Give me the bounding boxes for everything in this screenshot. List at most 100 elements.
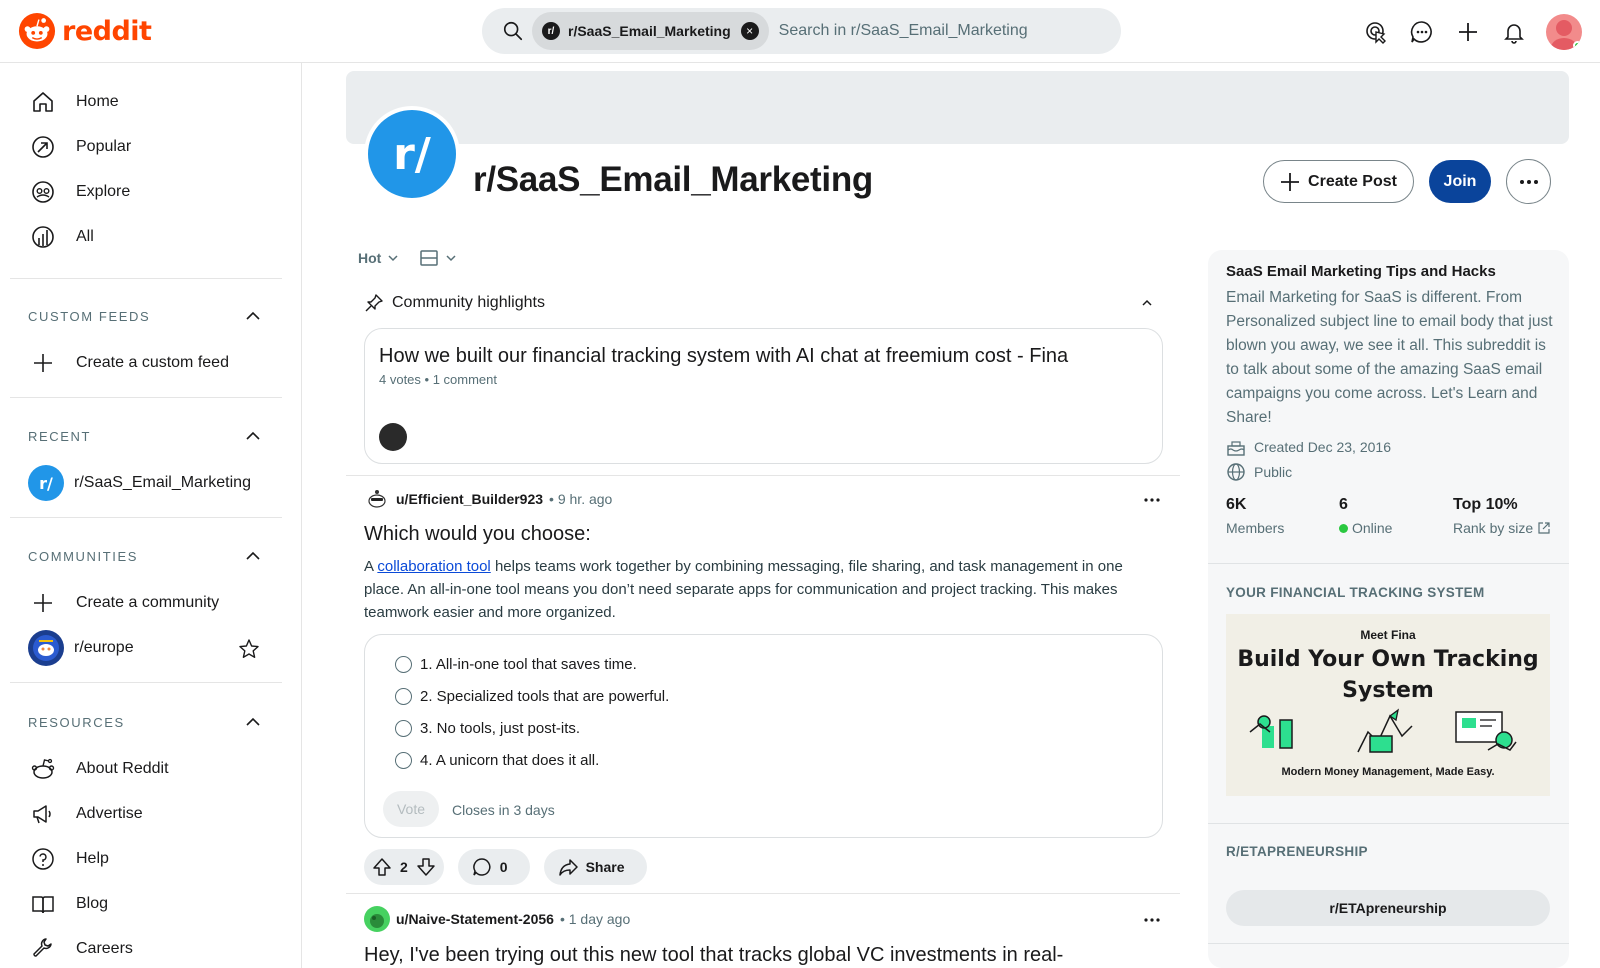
upvote-icon[interactable] (372, 857, 392, 877)
chevron-up-icon[interactable] (244, 307, 262, 325)
advertise-button[interactable] (1356, 12, 1396, 52)
community-about-title: SaaS Email Marketing Tips and Hacks (1226, 263, 1496, 280)
sidebar-divider (10, 397, 282, 398)
community-highlights-header[interactable]: Community highlights (364, 293, 1154, 313)
members-stat: 6K Members (1226, 496, 1284, 536)
downvote-icon[interactable] (416, 857, 436, 877)
create-post-button[interactable]: Create Post (1263, 160, 1414, 203)
sidebar-item-blog[interactable]: Blog (30, 884, 108, 924)
post-more-button[interactable] (1140, 488, 1164, 512)
sidebar-item-home[interactable]: Home (30, 82, 119, 122)
community-item-label: r/europe (74, 639, 134, 656)
header-actions (1350, 12, 1582, 52)
sidebar-item-careers[interactable]: Careers (30, 929, 133, 968)
vote-button[interactable]: Vote (383, 791, 439, 827)
post-body-text: A (364, 558, 378, 575)
communities-heading: COMMUNITIES (28, 549, 139, 564)
post-title[interactable]: Which would you choose: (364, 523, 591, 546)
star-icon[interactable] (238, 638, 260, 660)
reddit-logo[interactable]: reddit (18, 12, 152, 50)
sidebar-item-label: About Reddit (76, 760, 169, 777)
highlight-meta: 4 votes • 1 comment (379, 372, 497, 387)
create-button[interactable] (1448, 12, 1488, 52)
advertise-icon (1366, 22, 1386, 44)
book-icon (30, 891, 56, 917)
sidebar-item-label: Popular (76, 138, 132, 155)
comment-icon (472, 858, 491, 876)
post-header: u/Efficient_Builder923 • 9 hr. ago (364, 486, 612, 512)
post-body: A collaboration tool helps teams work to… (364, 555, 1164, 624)
poll-closes-label: Closes in 3 days (452, 802, 555, 818)
radio-button[interactable] (395, 656, 412, 673)
chat-icon (1410, 21, 1432, 43)
post-body-link[interactable]: collaboration tool (377, 558, 490, 575)
community-item-europe[interactable]: r/europe (28, 628, 134, 668)
join-button[interactable]: Join (1429, 160, 1491, 203)
rank-stat[interactable]: Top 10% Rank by size (1453, 496, 1551, 536)
create-custom-feed-button[interactable]: Create a custom feed (30, 343, 229, 383)
related-community-link[interactable]: r/ETApreneurship (1226, 890, 1550, 926)
subreddit-more-button[interactable] (1506, 159, 1551, 204)
post-author[interactable]: u/Naive-Statement-2056 (396, 911, 554, 927)
view-dropdown[interactable] (419, 248, 459, 268)
members-label: Members (1226, 520, 1285, 536)
sidebar-item-explore[interactable]: Explore (30, 172, 130, 212)
poll-option[interactable]: 3. No tools, just post-its. (395, 720, 580, 737)
post-author[interactable]: u/Efficient_Builder923 (396, 491, 543, 507)
post-header: u/Naive-Statement-2056 • 1 day ago (364, 906, 630, 932)
post-time-value: 1 day ago (568, 911, 631, 927)
online-dot (1339, 523, 1348, 533)
subreddit-banner (346, 71, 1569, 144)
megaphone-icon (30, 801, 56, 827)
vote-count: 2 (400, 859, 408, 875)
sort-dropdown[interactable]: Hot (358, 250, 401, 266)
right-sidebar: SaaS Email Marketing Tips and Hacks Emai… (1208, 250, 1569, 968)
poll-option[interactable]: 4. A unicorn that does it all. (395, 752, 599, 769)
radio-button[interactable] (395, 720, 412, 737)
poll-option[interactable]: 1. All-in-one tool that saves time. (395, 656, 637, 673)
subreddit-avatar: r/ (28, 465, 64, 501)
related-section-title: R/ETAPRENEURSHIP (1226, 844, 1368, 859)
sidebar-item-popular[interactable]: Popular (30, 127, 131, 167)
sidebar-item-label: Advertise (76, 805, 143, 822)
search-scope-chip[interactable]: r/ r/SaaS_Email_Marketing × (532, 12, 769, 50)
sidebar-item-label: Careers (76, 940, 133, 957)
promo-headline: Build Your Own Tracking System (1237, 647, 1539, 703)
post-time: • 9 hr. ago (549, 491, 613, 507)
sidebar-item-about-reddit[interactable]: About Reddit (30, 749, 169, 789)
sidebar-divider (1208, 823, 1569, 824)
feed-divider (346, 893, 1180, 894)
promo-footer: Modern Money Management, Made Easy. (1281, 766, 1495, 778)
avatar[interactable] (364, 486, 390, 512)
user-avatar[interactable] (1546, 14, 1582, 50)
chat-button[interactable] (1402, 12, 1442, 52)
comments-button[interactable]: 0 (457, 849, 530, 885)
highlight-card[interactable]: How we built our financial tracking syst… (364, 328, 1163, 464)
search-input[interactable] (778, 22, 1079, 40)
poll-option[interactable]: 2. Specialized tools that are powerful. (395, 688, 669, 705)
notifications-button[interactable] (1494, 12, 1534, 52)
comment-count: 0 (499, 859, 508, 875)
explore-icon (30, 179, 56, 205)
chevron-up-icon[interactable] (244, 713, 262, 731)
post-more-button[interactable] (1140, 908, 1164, 932)
chevron-up-icon[interactable] (244, 547, 262, 565)
radio-button[interactable] (395, 688, 412, 705)
search-bar[interactable]: r/ r/SaaS_Email_Marketing × (482, 8, 1121, 54)
post-title[interactable]: Hey, I've been trying out this new tool … (364, 944, 1063, 967)
recent-heading: RECENT (28, 429, 92, 444)
create-community-button[interactable]: Create a community (30, 583, 219, 623)
avatar[interactable] (364, 906, 390, 932)
feed-controls: Hot (358, 248, 459, 268)
chevron-up-icon[interactable] (1140, 296, 1154, 310)
chevron-up-icon[interactable] (244, 427, 262, 445)
close-icon[interactable]: × (740, 22, 759, 40)
promo-image[interactable]: Meet Fina Build Your Own Tracking System… (1226, 614, 1550, 796)
recent-item-saas-email-marketing[interactable]: r/ r/SaaS_Email_Marketing (28, 463, 251, 503)
sidebar-item-all[interactable]: All (30, 217, 94, 257)
share-button[interactable]: Share (543, 849, 647, 885)
sidebar-item-help[interactable]: Help (30, 839, 109, 879)
radio-button[interactable] (395, 752, 412, 769)
sidebar-item-advertise[interactable]: Advertise (30, 794, 143, 834)
ad-section-title: YOUR FINANCIAL TRACKING SYSTEM (1226, 585, 1485, 600)
